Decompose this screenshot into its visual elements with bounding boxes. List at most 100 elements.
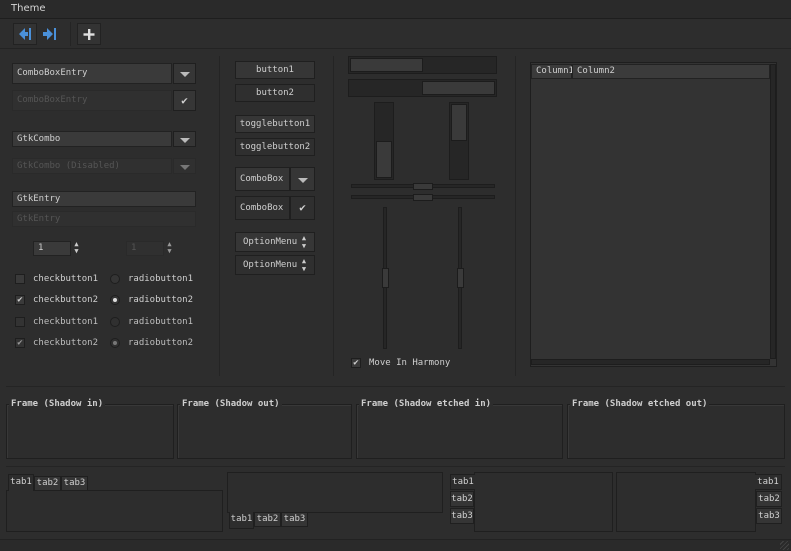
checkbox-3-disabled [15,317,25,327]
chevron-down-icon [179,165,190,170]
frame-shadow-in [6,404,174,459]
forward-button[interactable] [39,24,63,44]
chevron-up-icon: ▲ [301,234,307,242]
chevron-down-icon [179,138,190,143]
notebook-bottom-page [227,472,443,513]
combo-entry-field[interactable]: ComboBoxEntry [12,63,172,84]
checkbox-4-disabled: ✔ [15,338,25,348]
progress-fill [376,141,392,178]
notebook-left-page [474,472,613,532]
chevron-down-icon [297,178,308,183]
spin-button-disabled-value: 1 [126,241,164,256]
plus-icon [83,29,95,40]
combobox-1-arrow[interactable] [290,167,315,191]
combo-entry-disabled-button: ✔ [173,90,196,111]
chevron-down-icon: ▼ [301,242,307,250]
checkmark-icon: ✔ [17,338,23,348]
tab-left-3[interactable]: tab3 [450,508,474,524]
checkmark-icon: ✔ [17,295,23,305]
gtkcombo-disabled-field: GtkCombo (Disabled) [12,158,172,174]
vscale-1-handle[interactable] [382,268,389,288]
checkbox-4-label: checkbutton2 [33,338,99,348]
tab-top-3[interactable]: tab3 [61,476,88,491]
tab-bottom-3[interactable]: tab3 [281,512,308,527]
radio-dot-icon [113,298,117,302]
checkbox-3-label: checkbutton1 [33,317,99,327]
combobox-2-arrow[interactable]: ✔ [290,196,315,220]
column-header-1[interactable]: Column1 [531,64,574,79]
tab-right-1[interactable]: tab1 [755,474,782,490]
checkmark-icon: ✔ [353,358,359,368]
horizontal-progress-1 [348,56,497,74]
button-2[interactable]: button2 [235,84,315,102]
radio-4-disabled [110,338,120,348]
option-menu-1-arrows: ▲ ▼ [298,234,310,250]
spin-button-disabled-arrows: ▲ ▼ [165,241,174,256]
spin-button-value[interactable]: 1 [33,241,71,256]
move-in-harmony-checkbox[interactable]: ✔ [351,358,361,368]
vertical-progress-2 [449,102,469,180]
button-1[interactable]: button1 [235,61,315,79]
radio-3-disabled [110,317,120,327]
column-separator [515,56,516,376]
radio-4-label: radiobutton2 [128,338,194,348]
resize-grip-icon[interactable] [780,541,789,550]
hscale-2[interactable] [351,194,495,201]
checkbox-2[interactable]: ✔ [15,295,25,305]
frame-shadow-out-label: Frame (Shadow out) [180,398,282,410]
arrow-right-icon [43,28,56,40]
radio-2[interactable] [110,295,120,305]
row-separator [6,466,785,467]
checkmark-icon: ✔ [181,94,188,107]
horizontal-scrollbar[interactable] [531,359,770,365]
column-header-2[interactable]: Column2 [572,64,770,79]
spin-down-icon[interactable]: ▼ [74,247,78,255]
tab-left-2[interactable]: tab2 [450,491,474,507]
tree-view[interactable] [530,62,777,367]
column-separator [333,56,334,376]
toggle-button-2[interactable]: togglebutton2 [235,138,315,156]
vertical-progress-1 [374,102,394,180]
vscale-1[interactable] [382,207,389,349]
vertical-scrollbar[interactable] [770,64,776,359]
combobox-1[interactable]: ComboBox [235,167,290,191]
vscale-2[interactable] [457,207,464,349]
combo-entry-button[interactable] [173,63,196,84]
tab-bottom-1[interactable]: tab1 [229,512,254,529]
tab-top-1[interactable]: tab1 [8,474,34,491]
frame-shadow-etched-out-label: Frame (Shadow etched out) [570,398,710,410]
back-button[interactable] [13,23,37,45]
tab-bottom-2[interactable]: tab2 [254,512,281,527]
horizontal-progress-2 [348,79,497,97]
menubar: Theme [0,0,791,19]
vscale-2-handle[interactable] [457,268,464,288]
frame-shadow-etched-in-label: Frame (Shadow etched in) [359,398,494,410]
add-button[interactable] [77,23,101,45]
move-in-harmony-label: Move In Harmony [369,358,451,368]
tab-left-1[interactable]: tab1 [450,474,475,490]
status-bar [0,539,791,551]
tab-right-3[interactable]: tab3 [756,508,782,524]
gtkcombo-button[interactable] [173,131,196,147]
notebook-top-page [6,490,223,532]
hscale-1[interactable] [351,183,495,190]
menu-theme[interactable]: Theme [11,3,46,14]
spin-button-arrows[interactable]: ▲ ▼ [72,241,81,256]
tab-top-2[interactable]: tab2 [34,476,61,491]
toolbar-separator [70,22,71,46]
hscale-2-handle[interactable] [413,194,433,201]
gtkcombo-field[interactable]: GtkCombo [12,131,172,147]
hscale-1-handle[interactable] [413,183,433,190]
frame-shadow-etched-out [567,404,785,459]
tab-right-2[interactable]: tab2 [756,491,782,507]
radio-dot-icon [113,341,117,345]
combobox-2[interactable]: ComboBox [235,196,290,220]
toolbar [0,19,791,49]
gtkentry-field[interactable]: GtkEntry [12,191,196,207]
frame-shadow-out [177,404,352,459]
checkbox-1[interactable] [15,274,25,284]
radio-1[interactable] [110,274,120,284]
option-menu-2-arrows: ▲ ▼ [298,257,310,273]
checkmark-icon: ✔ [299,201,306,214]
toggle-button-1[interactable]: togglebutton1 [235,115,315,133]
